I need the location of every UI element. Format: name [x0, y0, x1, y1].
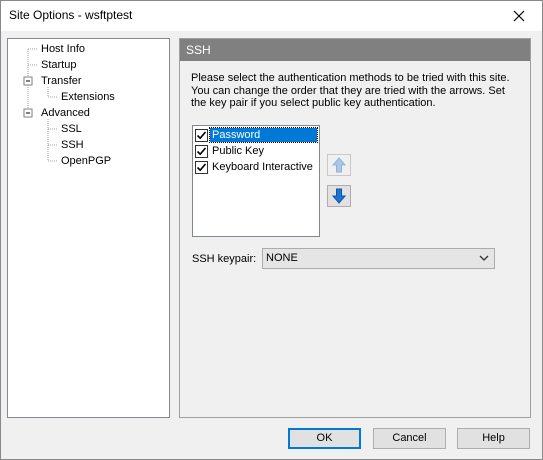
method-row-password[interactable]: Password: [195, 127, 318, 143]
ssh-keypair-value: NONE: [266, 252, 298, 264]
cancel-button[interactable]: Cancel: [373, 428, 446, 449]
instructions-text: Please select the authentication methods…: [191, 72, 510, 109]
site-options-dialog: Site Options - wsftptest Host Info Start…: [0, 0, 543, 460]
tree-item-advanced[interactable]: Advanced: [39, 105, 92, 121]
tree-item-ssh[interactable]: SSH: [59, 137, 86, 153]
collapse-advanced-icon: [23, 108, 33, 118]
close-icon: [513, 10, 525, 22]
tree-item-ssl[interactable]: SSL: [59, 121, 84, 137]
checkmark-icon: [196, 130, 207, 139]
checkmark-icon: [196, 162, 207, 171]
method-label: Public Key: [212, 145, 264, 157]
tree-item-startup[interactable]: Startup: [39, 57, 78, 73]
window-title: Site Options - wsftptest: [9, 8, 133, 22]
keyboard-interactive-checkbox[interactable]: [195, 160, 208, 174]
ssh-keypair-select[interactable]: NONE: [262, 248, 495, 269]
password-checkbox[interactable]: [195, 128, 208, 142]
auth-methods-list[interactable]: Password Public Key Keyboard Interactive: [192, 125, 320, 237]
arrow-up-icon: [332, 157, 346, 173]
close-button[interactable]: [496, 1, 542, 31]
options-tree: Host Info Startup Transfer Extensions Ad…: [7, 38, 170, 418]
tree-item-host-info[interactable]: Host Info: [39, 41, 87, 57]
ssh-keypair-label: SSH keypair:: [192, 253, 257, 265]
move-down-button[interactable]: [327, 185, 351, 207]
help-button[interactable]: Help: [457, 428, 530, 449]
method-label: Keyboard Interactive: [212, 161, 313, 173]
method-label: Password: [209, 127, 318, 143]
move-up-button[interactable]: [327, 154, 351, 176]
arrow-down-icon: [332, 188, 346, 204]
tree-item-openpgp[interactable]: OpenPGP: [59, 153, 113, 169]
panel-header: SSH: [180, 39, 530, 61]
tree-item-extensions[interactable]: Extensions: [59, 89, 117, 105]
ssh-settings-panel: SSH Please select the authentication met…: [179, 38, 531, 418]
method-row-public-key[interactable]: Public Key: [195, 143, 317, 159]
method-row-keyboard-interactive[interactable]: Keyboard Interactive: [195, 159, 317, 175]
chevron-down-icon: [479, 255, 489, 261]
ok-button[interactable]: OK: [288, 428, 361, 449]
title-bar: Site Options - wsftptest: [1, 1, 542, 31]
collapse-transfer-icon: [23, 76, 33, 86]
tree-item-transfer[interactable]: Transfer: [39, 73, 84, 89]
public-key-checkbox[interactable]: [195, 144, 208, 158]
checkmark-icon: [196, 146, 207, 155]
